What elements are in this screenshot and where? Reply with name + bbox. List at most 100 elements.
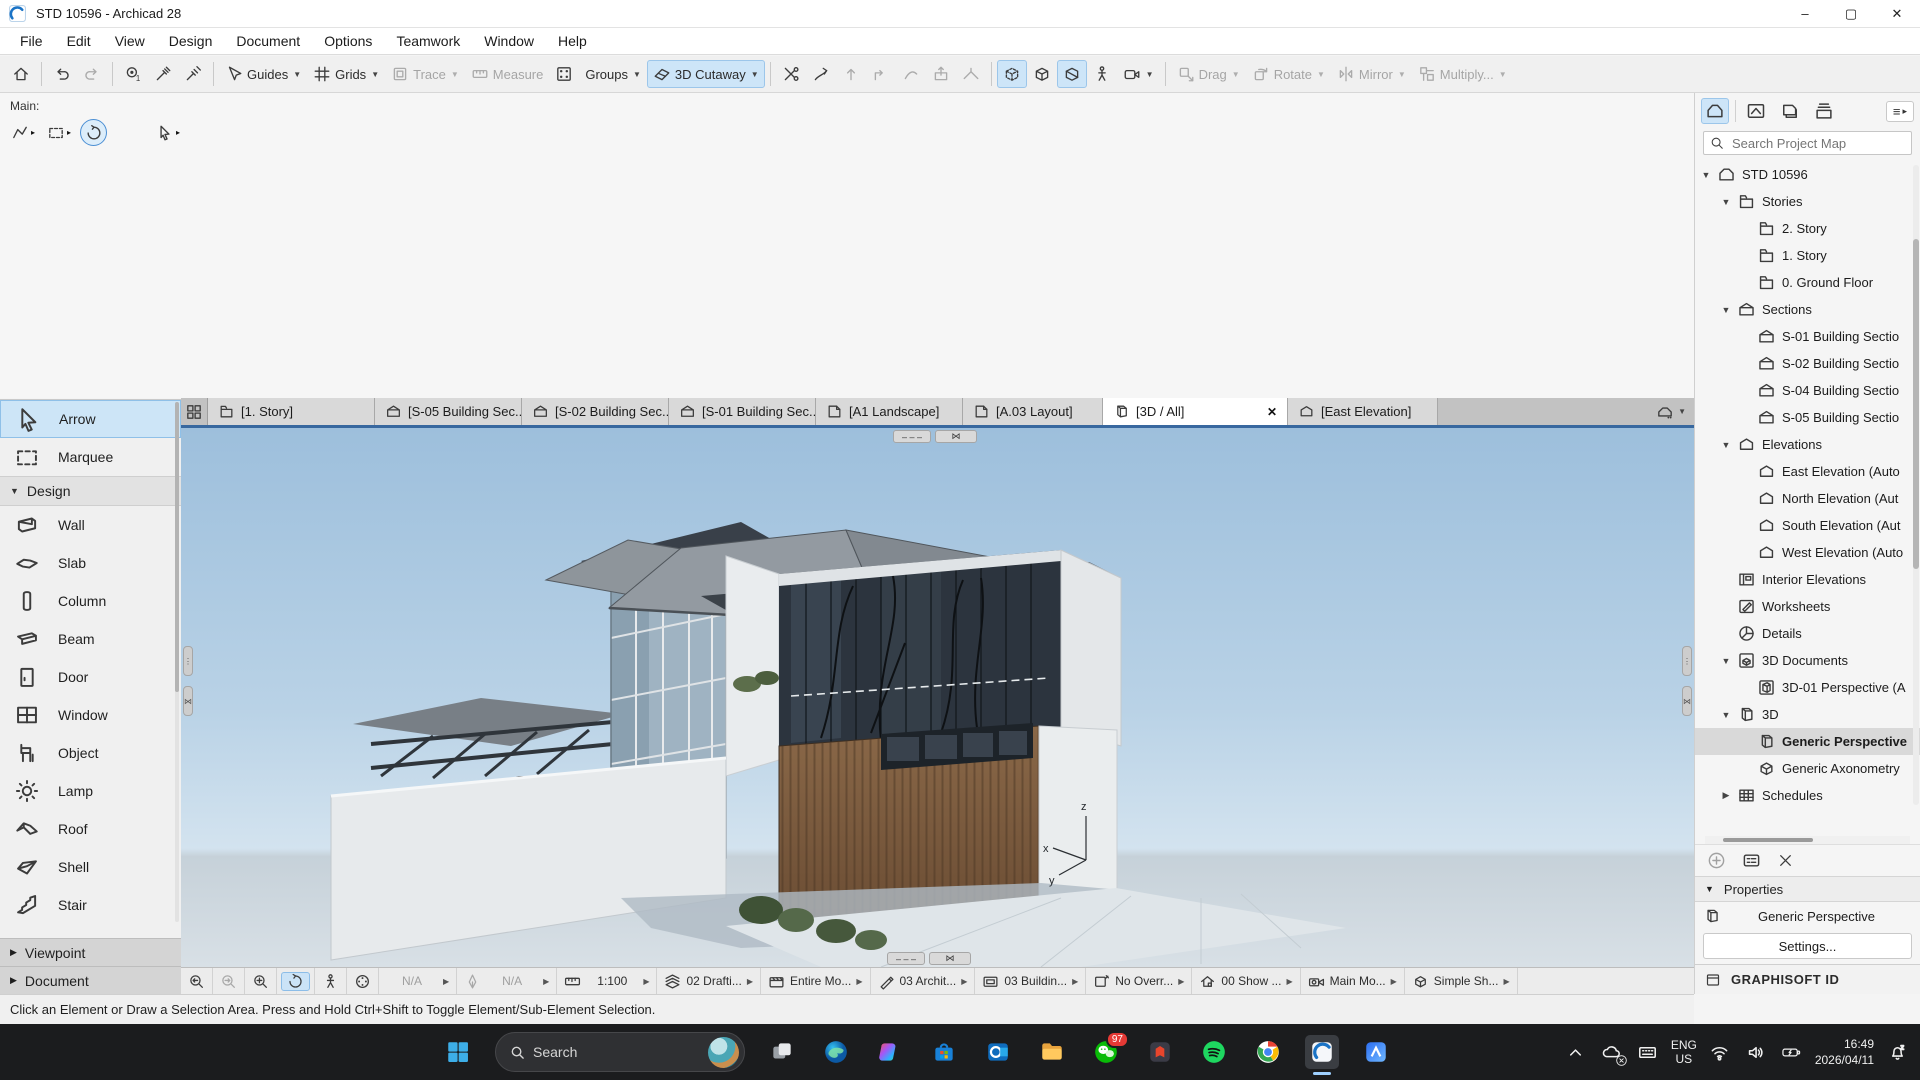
- spotify-icon[interactable]: [1197, 1035, 1231, 1069]
- toolbar-cutaway-button[interactable]: 3D Cutaway▼: [647, 60, 765, 88]
- minimize-button[interactable]: –: [1782, 0, 1828, 28]
- tree-item-stories[interactable]: ▼Stories: [1695, 188, 1920, 215]
- quickbar-walk-person[interactable]: [315, 968, 347, 994]
- tab--1-story-[interactable]: [1. Story]: [208, 398, 375, 425]
- viewport-3d[interactable]: z x y ‒ ‒ ‒ ⋈ ‒ ‒ ‒ ⋈ ⋮ ⋈ ⋮ ⋈: [181, 425, 1694, 967]
- microsoft-365-icon[interactable]: [1143, 1035, 1177, 1069]
- menu-document[interactable]: Document: [224, 29, 312, 53]
- menu-teamwork[interactable]: Teamwork: [384, 29, 472, 53]
- edge-handle[interactable]: ⋈: [1682, 686, 1692, 716]
- navigator-project-map-button[interactable]: [1701, 98, 1729, 124]
- menu-help[interactable]: Help: [546, 29, 599, 53]
- tree-item-s-05-building-sectio[interactable]: S-05 Building Sectio: [1695, 404, 1920, 431]
- toolbox-scrollbar-thumb[interactable]: [175, 402, 179, 692]
- toolbar-home-button[interactable]: [6, 60, 36, 88]
- toolbar-view-cutaway-button[interactable]: [1057, 60, 1087, 88]
- tab--a-03-layout-[interactable]: [A.03 Layout]: [963, 398, 1103, 425]
- tray-chevron-icon[interactable]: [1563, 1039, 1589, 1065]
- taskbar-search[interactable]: Search: [495, 1032, 745, 1072]
- toolbox-section-design[interactable]: ▼Design: [0, 476, 181, 506]
- cut-plane-flip-handle[interactable]: ⋈: [935, 430, 977, 443]
- tab--east-elevation-[interactable]: [East Elevation]: [1288, 398, 1438, 425]
- start-button[interactable]: [441, 1035, 475, 1069]
- toolbar-suspend-groups-button[interactable]: [549, 60, 579, 88]
- toolbar-syringe-button[interactable]: [178, 60, 208, 88]
- tree-item-elevations[interactable]: ▼Elevations: [1695, 431, 1920, 458]
- maximize-button[interactable]: ▢: [1828, 0, 1874, 28]
- toolbox-window[interactable]: Window: [0, 696, 181, 734]
- project-map-search-input[interactable]: [1730, 135, 1890, 152]
- toolbar-box-up-button[interactable]: [926, 60, 956, 88]
- onedrive-error-icon[interactable]: [1599, 1039, 1625, 1065]
- tab--s-01-building-sec-[interactable]: [S-01 Building Sec...: [669, 398, 816, 425]
- toolbar-groups-button[interactable]: Groups▼: [579, 62, 647, 87]
- toolbar-redo-button[interactable]: [77, 60, 107, 88]
- quickbar-orbit[interactable]: [277, 968, 315, 994]
- quickbar-override[interactable]: No Overr...▶: [1086, 968, 1192, 994]
- file-explorer-icon[interactable]: [1035, 1035, 1069, 1069]
- toolbar-guides-arrow-button[interactable]: Guides▼: [219, 60, 307, 88]
- cut-plane-handle[interactable]: ‒ ‒ ‒: [893, 430, 931, 443]
- edge-handle[interactable]: ⋮: [183, 646, 193, 676]
- quickbar-zoom-prev[interactable]: [181, 968, 213, 994]
- toolbar-rotate-button[interactable]: Rotate▼: [1246, 60, 1331, 88]
- tab-list-button[interactable]: ▼: [1648, 398, 1694, 425]
- toolbox-lamp[interactable]: Lamp: [0, 772, 181, 810]
- tree-item-3d-documents[interactable]: ▼3D Documents: [1695, 647, 1920, 674]
- menu-window[interactable]: Window: [472, 29, 546, 53]
- navigator-menu-button[interactable]: ≡▸: [1886, 101, 1914, 122]
- toolbox-object[interactable]: Object: [0, 734, 181, 772]
- menu-view[interactable]: View: [103, 29, 157, 53]
- toolbar-drag-button[interactable]: Drag▼: [1171, 60, 1246, 88]
- view-settings-icon[interactable]: [1742, 851, 1761, 870]
- tree-item-sections[interactable]: ▼Sections: [1695, 296, 1920, 323]
- toolbox-beam[interactable]: Beam: [0, 620, 181, 658]
- tab-close-icon[interactable]: ✕: [1259, 405, 1277, 419]
- edge-handle[interactable]: ⋈: [183, 686, 193, 716]
- notification-bell-icon[interactable]: z: [1884, 1039, 1910, 1065]
- pinned-app-icon[interactable]: [1359, 1035, 1393, 1069]
- toolbar-grids-button[interactable]: Grids▼: [307, 60, 385, 88]
- subtool-orbit-ring[interactable]: [80, 119, 107, 146]
- quickbar-layers[interactable]: 02 Drafti...▶: [657, 968, 761, 994]
- wifi-icon[interactable]: [1707, 1039, 1733, 1065]
- tree-scrollbar-thumb[interactable]: [1913, 239, 1919, 569]
- tree-item-details[interactable]: Details: [1695, 620, 1920, 647]
- cut-plane-flip-handle[interactable]: ⋈: [929, 952, 971, 965]
- wechat-icon[interactable]: 97: [1089, 1035, 1123, 1069]
- tree-item-s-02-building-sectio[interactable]: S-02 Building Sectio: [1695, 350, 1920, 377]
- battery-icon[interactable]: [1779, 1039, 1805, 1065]
- toolbar-roof-angle-button[interactable]: [956, 60, 986, 88]
- toolbox-section-document[interactable]: ▶Document: [0, 966, 181, 994]
- subtool-pet-polyline[interactable]: ▸: [8, 121, 38, 145]
- toolbar-mirror-button[interactable]: Mirror▼: [1331, 60, 1412, 88]
- tree-item-interior-elevations[interactable]: Interior Elevations: [1695, 566, 1920, 593]
- toolbar-multiply-button[interactable]: Multiply...▼: [1412, 60, 1513, 88]
- tree-item-worksheets[interactable]: Worksheets: [1695, 593, 1920, 620]
- quickbar-frame[interactable]: 03 Buildin...▶: [975, 968, 1086, 994]
- close-button[interactable]: ✕: [1874, 0, 1920, 28]
- chrome-icon[interactable]: [1251, 1035, 1285, 1069]
- archicad-icon[interactable]: [1305, 1035, 1339, 1069]
- menu-design[interactable]: Design: [157, 29, 225, 53]
- toolbox-roof[interactable]: Roof: [0, 810, 181, 848]
- navigator-layout-book-button[interactable]: [1776, 98, 1804, 124]
- navigator-publisher-button[interactable]: [1810, 98, 1838, 124]
- toolbar-camera-path-button[interactable]: ▼: [1117, 60, 1160, 88]
- quickbar-explore[interactable]: [347, 968, 379, 994]
- toolbar-split-scissors-button[interactable]: [776, 60, 806, 88]
- tree-item-schedules[interactable]: ▶Schedules: [1695, 782, 1920, 809]
- toolbar-curve-edit-button[interactable]: [896, 60, 926, 88]
- subtool-cursor-arrow[interactable]: ▸: [153, 121, 183, 145]
- toolbar-corner-button[interactable]: [866, 60, 896, 88]
- toolbar-view-cube-marquee-button[interactable]: [997, 60, 1027, 88]
- add-viewpoint-icon[interactable]: [1707, 851, 1726, 870]
- tree-item-s-01-building-sectio[interactable]: S-01 Building Sectio: [1695, 323, 1920, 350]
- tree-item-west-elevation-auto[interactable]: West Elevation (Auto: [1695, 539, 1920, 566]
- tree-item-0-ground-floor[interactable]: 0. Ground Floor: [1695, 269, 1920, 296]
- toolbox-wall[interactable]: Wall: [0, 506, 181, 544]
- quickbar-zoom-in[interactable]: [245, 968, 277, 994]
- toolbar-trace-button[interactable]: Trace▼: [385, 60, 465, 88]
- toolbox-column[interactable]: Column: [0, 582, 181, 620]
- quickbar-zoom-next[interactable]: [213, 968, 245, 994]
